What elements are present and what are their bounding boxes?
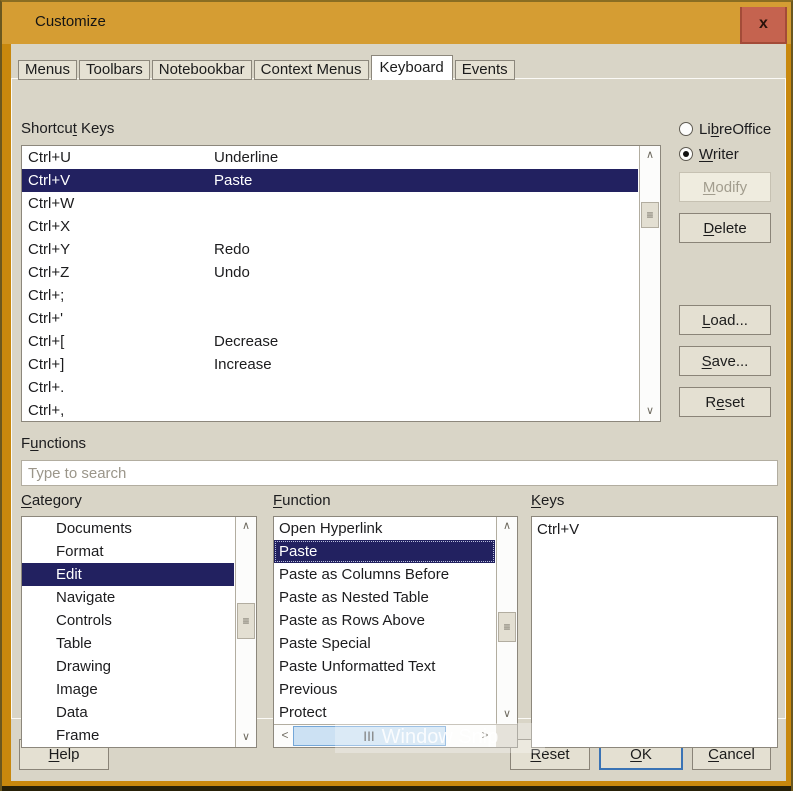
keyboard-tab-page: Shortcut Keys Ctrl+UUnderline Ctrl+VPast… bbox=[11, 78, 786, 719]
close-button[interactable]: x bbox=[740, 7, 787, 44]
category-item[interactable]: Controls bbox=[22, 609, 234, 632]
tab-notebookbar[interactable]: Notebookbar bbox=[152, 60, 252, 80]
function-item[interactable]: Paste as Columns Before bbox=[274, 563, 495, 586]
function-item-selected[interactable]: Paste bbox=[274, 540, 495, 563]
scroll-thumb[interactable]: ≡ bbox=[498, 612, 516, 642]
title-bar[interactable]: Customize x bbox=[2, 2, 791, 44]
scroll-up-icon[interactable]: ∧ bbox=[497, 518, 517, 535]
scroll-down-icon[interactable]: ∨ bbox=[236, 729, 256, 746]
category-list[interactable]: Documents Format Edit Navigate Controls … bbox=[21, 516, 257, 748]
shortcut-row[interactable]: Ctrl+W bbox=[22, 192, 638, 215]
shortcut-row[interactable]: Ctrl+. bbox=[22, 376, 638, 399]
function-item[interactable]: Paste as Rows Above bbox=[274, 609, 495, 632]
shortcut-list-scrollbar[interactable]: ∧ ≡ ∨ bbox=[639, 146, 660, 421]
keys-list[interactable]: Ctrl+V bbox=[531, 516, 778, 748]
delete-button[interactable]: Delete bbox=[679, 213, 771, 243]
function-item[interactable]: Previous bbox=[274, 678, 495, 701]
scroll-left-icon[interactable]: < bbox=[275, 725, 295, 747]
shortcut-row[interactable]: Ctrl+, bbox=[22, 399, 638, 422]
load-button[interactable]: Load... bbox=[679, 305, 771, 335]
reset-side-button[interactable]: Reset bbox=[679, 387, 771, 417]
category-item[interactable]: Format bbox=[22, 540, 234, 563]
shortcut-row[interactable]: Ctrl+X bbox=[22, 215, 638, 238]
function-list-hscrollbar[interactable]: < ||| > bbox=[274, 724, 496, 747]
shortcut-row[interactable]: Ctrl+[Decrease bbox=[22, 330, 638, 353]
keys-item[interactable]: Ctrl+V bbox=[532, 518, 776, 541]
function-list-scrollbar[interactable]: ∧ ≡ ∨ bbox=[496, 517, 517, 724]
save-button[interactable]: Save... bbox=[679, 346, 771, 376]
scroll-right-icon[interactable]: > bbox=[475, 725, 495, 747]
category-list-scrollbar[interactable]: ∧ ≡ ∨ bbox=[235, 517, 256, 747]
function-list[interactable]: Open Hyperlink Paste Paste as Columns Be… bbox=[273, 516, 518, 748]
tab-events[interactable]: Events bbox=[455, 60, 515, 80]
tab-context-menus[interactable]: Context Menus bbox=[254, 60, 369, 80]
category-item[interactable]: Drawing bbox=[22, 655, 234, 678]
window-title: Customize bbox=[35, 13, 106, 30]
category-item[interactable]: Frame bbox=[22, 724, 234, 747]
scroll-thumb[interactable]: ≡ bbox=[641, 202, 659, 228]
category-item[interactable]: Navigate bbox=[22, 586, 234, 609]
shortcut-row[interactable]: Ctrl+ZUndo bbox=[22, 261, 638, 284]
radio-libreoffice[interactable]: LibreOffice bbox=[679, 121, 771, 137]
shortcut-keys-list[interactable]: Ctrl+UUnderline Ctrl+VPaste Ctrl+W Ctrl+… bbox=[21, 145, 661, 422]
radio-circle-icon bbox=[679, 122, 693, 136]
tab-toolbars[interactable]: Toolbars bbox=[79, 60, 150, 80]
tab-keyboard[interactable]: Keyboard bbox=[371, 55, 453, 80]
shortcut-keys-label: Shortcut Keys bbox=[21, 120, 114, 137]
shortcut-row[interactable]: Ctrl+]Increase bbox=[22, 353, 638, 376]
tab-strip: Menus Toolbars Notebookbar Context Menus… bbox=[18, 55, 515, 80]
scroll-up-icon[interactable]: ∧ bbox=[236, 518, 256, 535]
hscroll-thumb[interactable]: ||| bbox=[293, 726, 446, 746]
shortcut-row-selected[interactable]: Ctrl+VPaste bbox=[22, 169, 638, 192]
shortcut-row[interactable]: Ctrl+' bbox=[22, 307, 638, 330]
scroll-up-icon[interactable]: ∧ bbox=[640, 147, 660, 164]
scroll-thumb[interactable]: ≡ bbox=[237, 603, 255, 639]
category-item[interactable]: Table bbox=[22, 632, 234, 655]
function-item[interactable]: Open Hyperlink bbox=[274, 517, 495, 540]
function-item[interactable]: Paste Unformatted Text bbox=[274, 655, 495, 678]
category-item[interactable]: Image bbox=[22, 678, 234, 701]
search-input[interactable] bbox=[21, 460, 778, 486]
shortcut-row[interactable]: Ctrl+UUnderline bbox=[22, 146, 638, 169]
customize-dialog: Customize x Menus Toolbars Notebookbar C… bbox=[0, 0, 793, 791]
close-icon: x bbox=[759, 15, 768, 32]
window-bottom-edge bbox=[2, 786, 791, 791]
function-label: Function bbox=[273, 492, 331, 509]
scroll-down-icon[interactable]: ∨ bbox=[640, 403, 660, 420]
modify-button[interactable]: Modify bbox=[679, 172, 771, 202]
category-item[interactable]: Documents bbox=[22, 517, 234, 540]
scrollbar-corner bbox=[496, 724, 517, 747]
dialog-body: Menus Toolbars Notebookbar Context Menus… bbox=[11, 44, 786, 781]
scroll-down-icon[interactable]: ∨ bbox=[497, 706, 517, 723]
shortcut-row[interactable]: Ctrl+YRedo bbox=[22, 238, 638, 261]
tab-menus[interactable]: Menus bbox=[18, 60, 77, 80]
category-item-selected[interactable]: Edit bbox=[22, 563, 234, 586]
radio-circle-selected-icon bbox=[679, 147, 693, 161]
function-item[interactable]: Paste Special bbox=[274, 632, 495, 655]
category-label: Category bbox=[21, 492, 82, 509]
radio-writer[interactable]: Writer bbox=[679, 146, 739, 162]
category-item[interactable]: Data bbox=[22, 701, 234, 724]
keys-label: Keys bbox=[531, 492, 564, 509]
shortcut-row[interactable]: Ctrl+; bbox=[22, 284, 638, 307]
function-item[interactable]: Protect bbox=[274, 701, 495, 724]
function-item[interactable]: Paste as Nested Table bbox=[274, 586, 495, 609]
functions-label: Functions bbox=[21, 435, 86, 452]
